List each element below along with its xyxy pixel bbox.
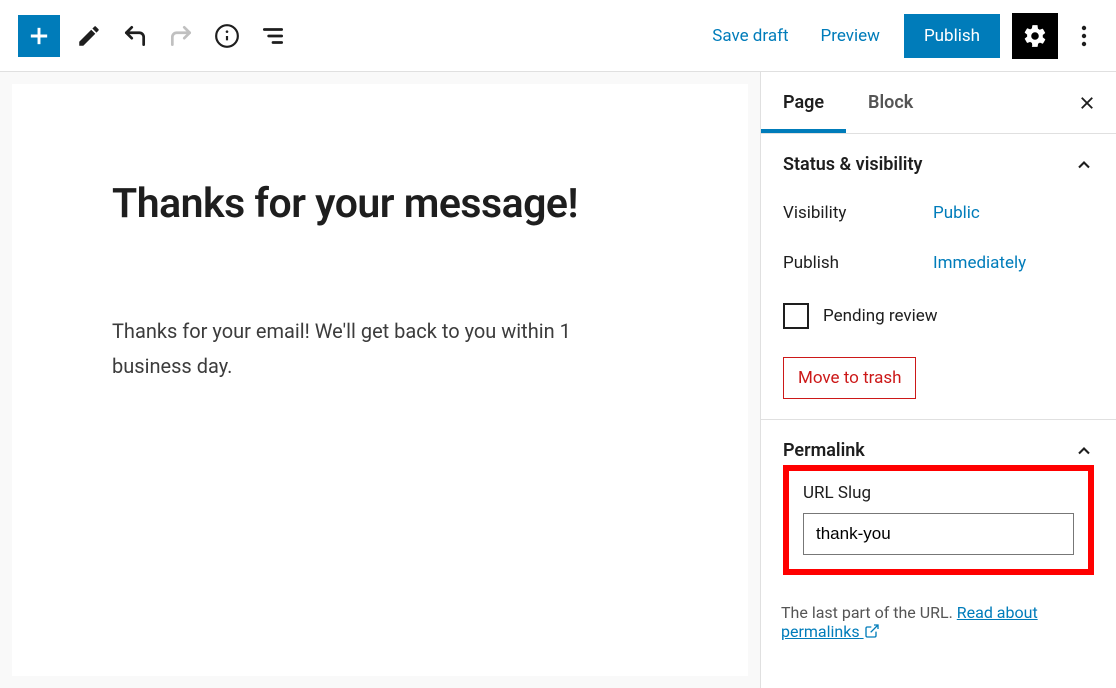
toolbar-left xyxy=(18,13,296,59)
outline-button[interactable] xyxy=(250,13,296,59)
close-sidebar-button[interactable] xyxy=(1058,72,1116,133)
pending-review-label: Pending review xyxy=(823,306,938,326)
helper-text-prefix: The last part of the URL. xyxy=(781,603,957,622)
publish-row: Publish Immediately xyxy=(783,253,1094,273)
info-button[interactable] xyxy=(204,13,250,59)
sidebar: Page Block Status & visibility Visibilit… xyxy=(760,72,1116,688)
visibility-row: Visibility Public xyxy=(783,203,1094,223)
url-slug-helper: The last part of the URL. Read about per… xyxy=(761,603,1116,641)
close-icon xyxy=(1078,94,1096,112)
edit-mode-button[interactable] xyxy=(66,13,112,59)
toolbar: Save draft Preview Publish xyxy=(0,0,1116,72)
panel-status-body: Visibility Public Publish Immediately Pe… xyxy=(783,203,1094,399)
panel-title: Status & visibility xyxy=(783,154,922,175)
kebab-icon xyxy=(1081,24,1087,48)
move-to-trash-button[interactable]: Move to trash xyxy=(783,357,916,399)
panel-status-visibility-header[interactable]: Status & visibility xyxy=(783,154,1094,175)
panel-permalink-header[interactable]: Permalink xyxy=(783,440,1094,461)
panel-permalink: Permalink URL Slug xyxy=(761,420,1116,595)
plus-icon xyxy=(25,22,53,50)
publish-value[interactable]: Immediately xyxy=(933,253,1026,273)
toolbar-right: Save draft Preview Publish xyxy=(696,13,1098,59)
visibility-value[interactable]: Public xyxy=(933,203,980,223)
chevron-up-icon xyxy=(1074,155,1094,175)
more-options-button[interactable] xyxy=(1070,13,1098,59)
chevron-up-icon xyxy=(1074,441,1094,461)
redo-button[interactable] xyxy=(158,13,204,59)
url-slug-input[interactable] xyxy=(803,513,1074,555)
tab-block[interactable]: Block xyxy=(846,72,935,133)
panel-title: Permalink xyxy=(783,440,865,461)
tab-page[interactable]: Page xyxy=(761,72,846,133)
editor-canvas: Thanks for your message! Thanks for your… xyxy=(0,72,760,688)
page-content[interactable]: Thanks for your message! Thanks for your… xyxy=(12,84,748,676)
visibility-label: Visibility xyxy=(783,203,933,223)
undo-button[interactable] xyxy=(112,13,158,59)
save-draft-button[interactable]: Save draft xyxy=(696,26,804,46)
page-title[interactable]: Thanks for your message! xyxy=(112,180,648,228)
preview-button[interactable]: Preview xyxy=(805,26,896,46)
list-icon xyxy=(260,23,286,49)
add-block-button[interactable] xyxy=(18,15,60,57)
pending-review-row: Pending review xyxy=(783,303,1094,329)
panel-status-visibility: Status & visibility Visibility Public Pu… xyxy=(761,134,1116,420)
publish-button[interactable]: Publish xyxy=(904,14,1000,58)
url-slug-label: URL Slug xyxy=(803,483,1074,503)
pending-review-checkbox[interactable] xyxy=(783,303,809,329)
external-link-icon xyxy=(864,623,880,639)
page-body[interactable]: Thanks for your email! We'll get back to… xyxy=(112,314,648,384)
pencil-icon xyxy=(76,23,102,49)
publish-label: Publish xyxy=(783,253,933,273)
redo-icon xyxy=(168,23,194,49)
info-icon xyxy=(214,23,240,49)
url-slug-highlight: URL Slug xyxy=(783,465,1094,575)
main: Thanks for your message! Thanks for your… xyxy=(0,72,1116,688)
sidebar-tabs: Page Block xyxy=(761,72,1116,134)
undo-icon xyxy=(122,23,148,49)
settings-button[interactable] xyxy=(1012,13,1058,59)
gear-icon xyxy=(1022,23,1048,49)
